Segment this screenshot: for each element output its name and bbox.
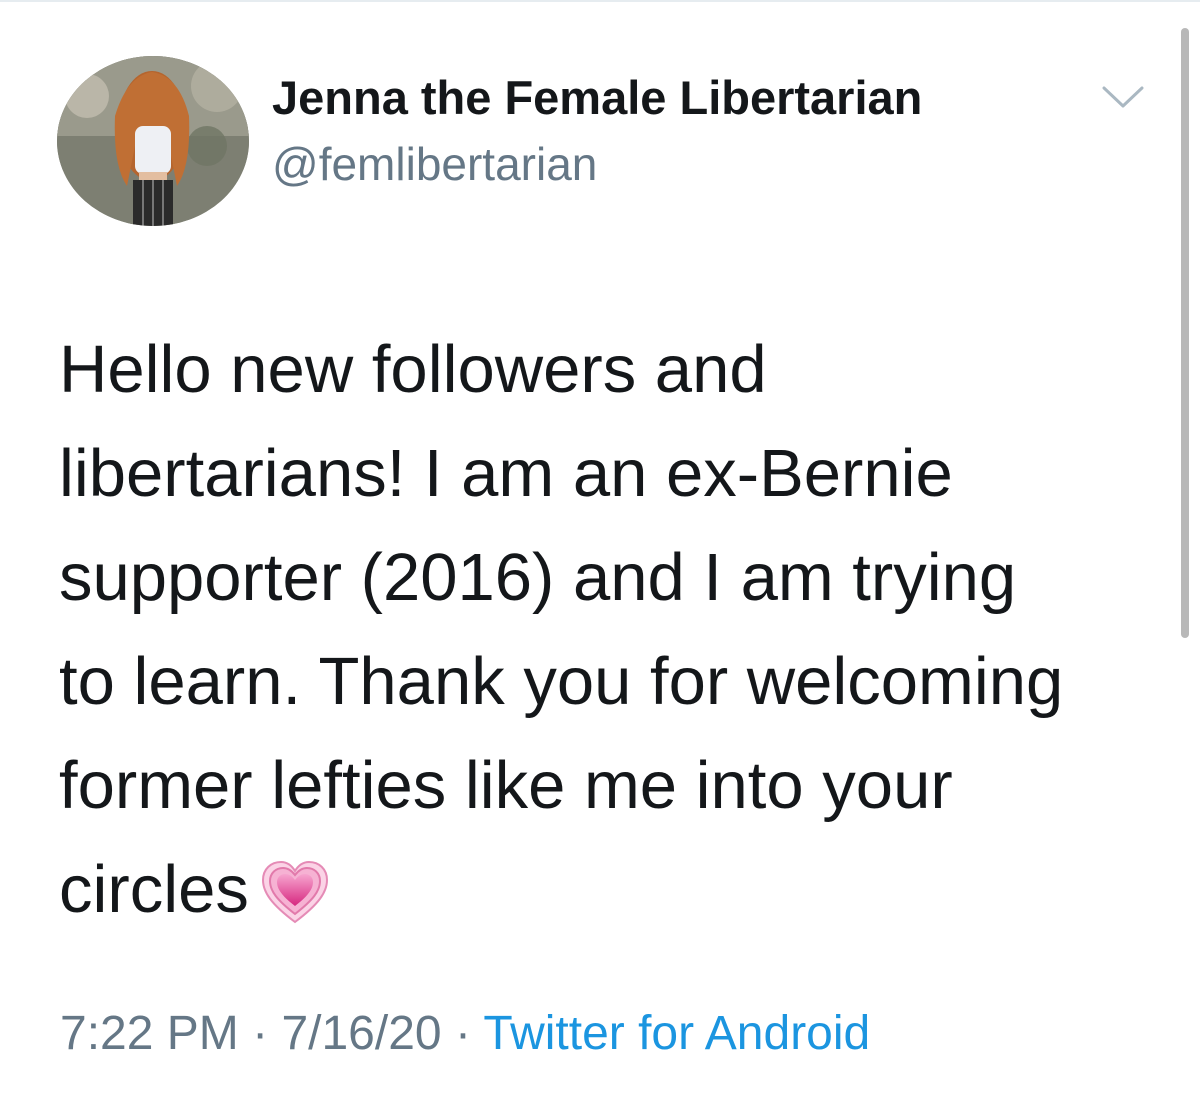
tweet-text-last-line: circles <box>59 838 1159 954</box>
tweet-text-line: former lefties like me into your <box>59 748 953 823</box>
tweet-text-line: circles <box>59 852 249 927</box>
chevron-down-icon[interactable] <box>1098 76 1148 116</box>
tweet-text-line: Hello new followers and <box>59 332 767 407</box>
tweet-text: Hello new followers and libertarians! I … <box>59 318 1159 954</box>
tweet-text-line: to learn. Thank you for welcoming <box>59 644 1064 719</box>
tweet-time[interactable]: 7:22 PM <box>60 1007 239 1060</box>
tweet-text-line: libertarians! I am an ex-Bernie <box>59 436 953 511</box>
scrollbar[interactable] <box>1181 28 1189 638</box>
tweet-date[interactable]: 7/16/20 <box>281 1007 441 1060</box>
author-handle[interactable]: @femlibertarian <box>272 136 597 192</box>
tweet-text-line: supporter (2016) and I am trying <box>59 540 1017 615</box>
growing-heart-emoji <box>261 850 329 954</box>
avatar[interactable] <box>57 56 249 226</box>
meta-separator: · <box>252 1007 269 1060</box>
author-display-name[interactable]: Jenna the Female Libertarian <box>272 70 922 126</box>
meta-separator: · <box>454 1007 471 1060</box>
top-divider <box>0 0 1200 2</box>
tweet-meta: 7:22 PM · 7/16/20 · Twitter for Android <box>60 1004 870 1064</box>
avatar-photo <box>57 56 249 226</box>
tweet-source-link[interactable]: Twitter for Android <box>483 1007 870 1060</box>
